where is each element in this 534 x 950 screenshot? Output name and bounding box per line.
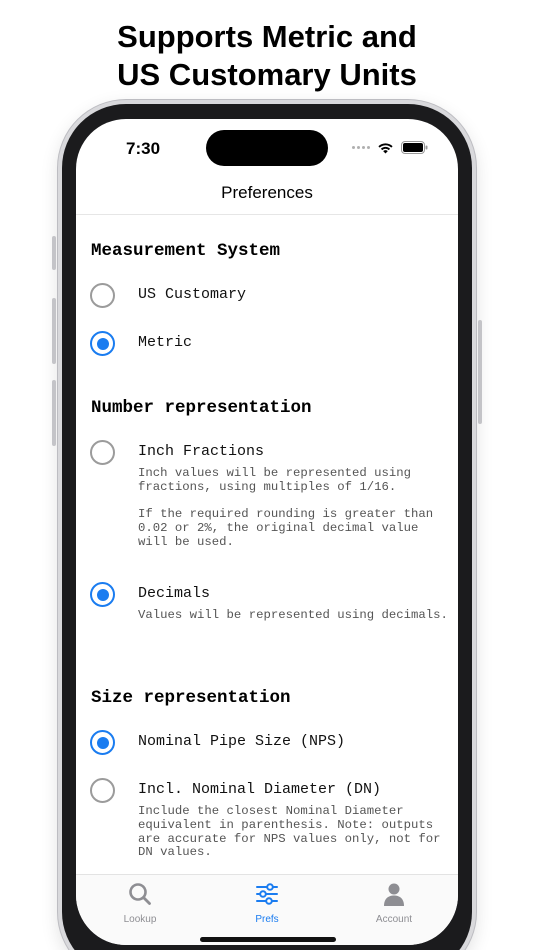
headline-line-1: Supports Metric and: [117, 19, 417, 54]
preferences-list: Measurement System US Customary Metric N…: [76, 215, 458, 874]
option-label: Decimals: [138, 585, 211, 602]
option-description: Include the closest Nominal Diameter equ…: [138, 804, 448, 860]
option-label: Incl. Nominal Diameter (DN): [138, 781, 382, 798]
radio-inch-fractions[interactable]: [90, 440, 115, 465]
option-description-text: Include the closest Nominal Diameter equ…: [138, 804, 441, 860]
tab-account[interactable]: Account: [344, 881, 444, 925]
option-metric[interactable]: Metric: [90, 331, 445, 357]
option-description-text: If the required rounding is greater than…: [138, 507, 434, 549]
volume-up-button: [52, 298, 56, 364]
tab-label: Account: [375, 914, 413, 925]
option-label: Nominal Pipe Size (NPS): [138, 733, 346, 750]
option-label: US Customary: [138, 286, 247, 303]
radio-metric[interactable]: [90, 331, 115, 356]
option-label: Metric: [138, 334, 193, 351]
option-us-customary[interactable]: US Customary: [90, 283, 445, 309]
option-description-text: Inch values will be represented using fr…: [138, 466, 412, 494]
wifi-icon: [378, 142, 393, 153]
option-nominal-pipe-size[interactable]: Nominal Pipe Size (NPS): [90, 730, 445, 756]
battery-icon: [401, 141, 428, 154]
status-icons: [352, 141, 428, 154]
option-description: Values will be represented using decimal…: [138, 608, 448, 623]
option-nominal-diameter[interactable]: Incl. Nominal Diameter (DN) Include the …: [90, 778, 445, 868]
radio-decimals[interactable]: [90, 582, 115, 607]
option-description-text: Values will be represented using decimal…: [138, 608, 448, 622]
radio-nominal-pipe-size[interactable]: [90, 730, 115, 755]
signal-dots-icon: [352, 146, 370, 149]
power-button: [478, 320, 482, 424]
radio-nominal-diameter[interactable]: [90, 778, 115, 803]
marketing-headline: Supports Metric and US Customary Units: [0, 18, 534, 94]
tab-bar: Lookup Prefs Account: [76, 874, 458, 945]
section-size-representation: Size representation: [91, 688, 291, 708]
home-indicator[interactable]: [200, 937, 336, 942]
status-time: 7:30: [126, 139, 161, 158]
tab-prefs[interactable]: Prefs: [217, 881, 317, 925]
dynamic-island: [206, 130, 328, 166]
option-inch-fractions[interactable]: Inch Fractions Inch values will be repre…: [90, 440, 445, 550]
option-description: Inch values will be represented using fr…: [138, 466, 448, 550]
search-icon: [129, 883, 151, 905]
section-number-representation: Number representation: [91, 398, 312, 418]
volume-down-button: [52, 380, 56, 446]
person-icon: [384, 883, 404, 906]
phone-screen: 7:30 Preferences Measurement System US C…: [76, 119, 458, 945]
page-title: Preferences: [221, 183, 313, 202]
option-label: Inch Fractions: [138, 443, 265, 460]
tab-label: Lookup: [123, 914, 157, 925]
option-decimals[interactable]: Decimals Values will be represented usin…: [90, 582, 448, 642]
sliders-icon: [256, 883, 278, 905]
radio-us-customary[interactable]: [90, 283, 115, 308]
mute-switch: [52, 236, 56, 270]
tab-lookup[interactable]: Lookup: [90, 881, 190, 925]
section-measurement-system: Measurement System: [91, 241, 281, 261]
headline-line-2: US Customary Units: [117, 57, 417, 92]
tab-label: Prefs: [255, 914, 279, 925]
